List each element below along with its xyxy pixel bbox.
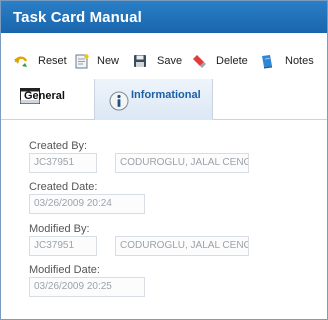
toolbar: Reset New Save Delete Notes (1, 45, 327, 77)
notes-button[interactable]: Notes (259, 52, 314, 70)
save-button[interactable]: Save (132, 52, 182, 70)
task-card-manual-window: Task Card Manual Reset New Save Delete N… (0, 0, 328, 320)
created-by-name-field: CODUROGLU, JALAL CENGIZ (115, 153, 249, 173)
tab-bar: General Informational (1, 79, 327, 120)
reset-label: Reset (38, 55, 67, 67)
window-title: Task Card Manual (13, 9, 142, 26)
title-bar: Task Card Manual (1, 1, 327, 33)
modified-by-name-field: CODUROGLU, JALAL CENGIZ (115, 236, 249, 256)
delete-button[interactable]: Delete (191, 52, 248, 70)
save-label: Save (157, 55, 183, 67)
modified-date-field: 03/26/2009 20:25 (29, 277, 145, 297)
modified-by-label: Modified By: (29, 223, 90, 235)
delete-label: Delete (216, 55, 248, 67)
new-document-icon (74, 53, 95, 69)
created-date-field: 03/26/2009 20:24 (29, 194, 145, 214)
tab-general-label: General (24, 90, 65, 102)
floppy-disk-icon (132, 53, 153, 69)
eraser-icon (191, 53, 212, 69)
informational-panel: Created By: JC37951 CODUROGLU, JALAL CEN… (1, 120, 327, 319)
modified-by-id-field: JC37951 (29, 236, 97, 256)
tab-informational[interactable]: Informational (95, 79, 213, 120)
tab-informational-label: Informational (131, 89, 201, 101)
undo-arrow-icon (13, 53, 34, 69)
modified-date-label: Modified Date: (29, 264, 100, 276)
reset-button[interactable]: Reset (13, 52, 67, 70)
created-by-id-field: JC37951 (29, 153, 97, 173)
created-date-label: Created Date: (29, 181, 98, 193)
notes-label: Notes (285, 55, 314, 67)
created-by-label: Created By: (29, 140, 88, 152)
new-button[interactable]: New (74, 52, 119, 70)
tab-general[interactable]: General (1, 79, 95, 119)
new-label: New (97, 55, 120, 67)
notes-book-icon (259, 53, 280, 69)
